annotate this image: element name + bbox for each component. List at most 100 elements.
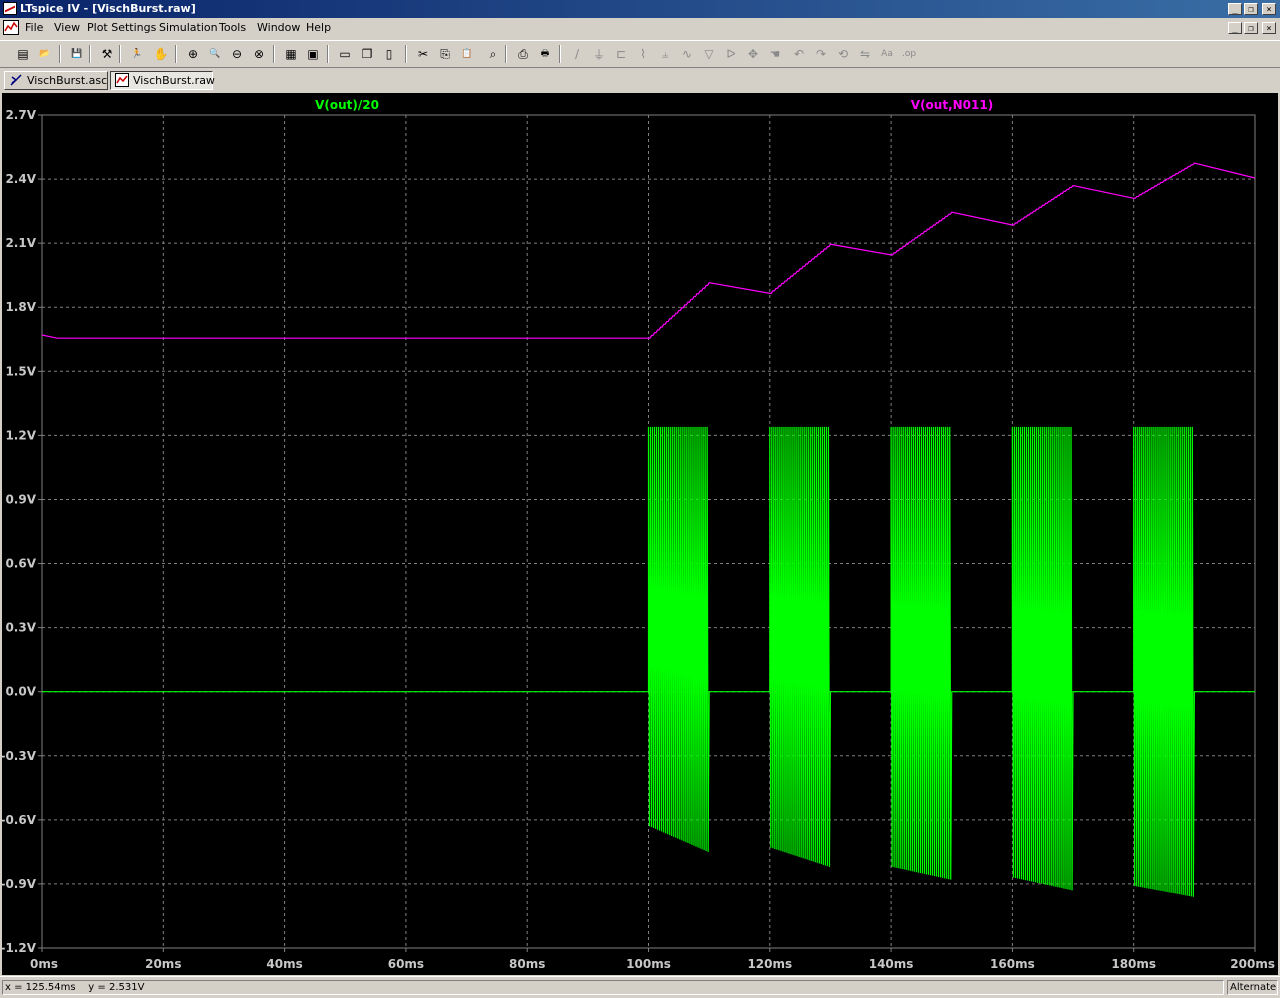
toolbar-separator	[59, 45, 61, 63]
close-button[interactable]: ×	[1262, 3, 1276, 15]
maximize-button[interactable]: ❐	[1244, 3, 1258, 15]
autorange-icon[interactable]: ▦	[282, 45, 300, 63]
legend-v-out-div-20: V(out)/20	[315, 98, 379, 112]
x-tick-label: 20ms	[145, 957, 181, 971]
schematic-tab-icon	[10, 74, 22, 86]
open-icon[interactable]: 📂	[36, 45, 54, 63]
tile-horizontal-icon[interactable]: ▭	[336, 45, 354, 63]
toolbar-separator	[273, 45, 275, 63]
y-tick-label: 1.8V	[5, 300, 36, 314]
y-tick-label: 0.0V	[5, 685, 36, 699]
tab-schematic-label: VischBurst.asc	[27, 74, 108, 87]
y-tick-label: 2.7V	[5, 108, 36, 122]
mdi-minimize-button[interactable]: _	[1228, 22, 1242, 34]
window-title: LTspice IV - [VischBurst.raw]	[20, 2, 196, 15]
zoom-pan-icon[interactable]: 🔍	[206, 45, 224, 63]
label-net-icon[interactable]: ⊏	[612, 45, 630, 63]
y-tick-label: -1.2V	[2, 941, 37, 955]
redo-icon[interactable]: ↷	[812, 45, 830, 63]
x-tick-label: 180ms	[1111, 957, 1156, 971]
text-icon[interactable]: Aa	[878, 45, 896, 63]
waveform-plot[interactable]: 0ms 20ms 40ms 60ms 80ms 100ms 120ms 140ms 160ms 1…	[2, 93, 1278, 975]
y-tick-label: 0.6V	[5, 557, 36, 571]
y-tick-label: -0.9V	[2, 877, 37, 891]
x-tick-label: 0ms	[30, 957, 58, 971]
x-tick-label: 140ms	[869, 957, 914, 971]
print-preview-icon[interactable]: ⎙	[514, 45, 532, 63]
inductor-icon[interactable]: ∿	[678, 45, 696, 63]
menu-tools[interactable]: Tools	[219, 21, 246, 34]
move-icon[interactable]: ✥	[744, 45, 762, 63]
toolbar-separator	[119, 45, 121, 63]
x-tick-label: 40ms	[266, 957, 302, 971]
y-tick-label: 1.2V	[5, 428, 36, 442]
waveform-doc-icon[interactable]	[3, 20, 19, 35]
x-tick-label: 80ms	[509, 957, 545, 971]
y-tick-label: 2.1V	[5, 236, 36, 250]
status-mode: Alternate	[1227, 980, 1278, 995]
resistor-icon[interactable]: ⌇	[634, 45, 652, 63]
drag-icon[interactable]: ☚	[766, 45, 784, 63]
halt-icon[interactable]: ✋	[152, 45, 170, 63]
y-tick-label: 1.5V	[5, 364, 36, 378]
ltspice-app-icon	[3, 2, 17, 15]
toolbar-separator	[405, 45, 407, 63]
y-tick-label: 0.9V	[5, 492, 36, 506]
save-icon[interactable]: 💾	[68, 45, 86, 63]
menu-simulation[interactable]: Simulation	[159, 21, 218, 34]
toolbar-separator	[175, 45, 177, 63]
menu-window[interactable]: Window	[257, 21, 300, 34]
status-bar: x = 125.54ms y = 2.531V Alternate	[0, 976, 1280, 998]
mirror-icon[interactable]: ⇋	[856, 45, 874, 63]
y-tick-label: 0.3V	[5, 621, 36, 635]
spice-directive-icon[interactable]: .op	[900, 45, 918, 63]
control-panel-icon[interactable]: ⚒	[98, 45, 116, 63]
new-schematic-icon[interactable]: ▤	[14, 45, 32, 63]
waveform-tab-icon	[115, 73, 129, 87]
x-tick-label: 160ms	[990, 957, 1035, 971]
capacitor-icon[interactable]: ⫨	[656, 45, 674, 63]
cut-icon[interactable]: ✂	[414, 45, 432, 63]
zoom-cancel-icon[interactable]: ⊗	[250, 45, 268, 63]
tab-waveform[interactable]: VischBurst.raw	[110, 71, 215, 90]
find-icon[interactable]: ⌕	[484, 45, 502, 63]
copy-icon[interactable]: ⎘	[436, 45, 454, 63]
y-tick-label: -0.6V	[2, 813, 37, 827]
minimize-button[interactable]: _	[1228, 3, 1242, 15]
zoom-in-icon[interactable]: ⊕	[184, 45, 202, 63]
menu-plot-settings[interactable]: Plot Settings	[87, 21, 156, 34]
toolbar-separator	[559, 45, 561, 63]
menu-view[interactable]: View	[54, 21, 80, 34]
legend-v-out-n011: V(out,N011)	[911, 98, 993, 112]
mdi-close-button[interactable]: ×	[1262, 22, 1276, 34]
x-tick-label: 100ms	[626, 957, 671, 971]
fit-icon[interactable]: ▣	[304, 45, 322, 63]
waveform-viewer[interactable]: 0ms 20ms 40ms 60ms 80ms 100ms 120ms 140ms 160ms 1…	[2, 93, 1278, 975]
menu-file[interactable]: File	[25, 21, 43, 34]
component-icon[interactable]: ᐅ	[722, 45, 740, 63]
toolbar: ▤ 📂 💾 ⚒ 🏃 ✋ ⊕ 🔍 ⊖ ⊗ ▦ ▣ ▭ ❐ ▯ ✂ ⎘ 📋 ⌕ ⎙ 🖶 ∕ ⏚ ⊏ ⌇ ⫨ ∿ ▽ ᐅ ✥ ☚ ↶ ↷ ⟲ ⇋ Aa .op	[0, 40, 1280, 68]
tab-schematic[interactable]: VischBurst.asc	[4, 71, 108, 90]
title-bar: LTspice IV - [VischBurst.raw] _ ❐ ×	[0, 0, 1280, 18]
print-icon[interactable]: 🖶	[536, 45, 554, 63]
zoom-out-icon[interactable]: ⊖	[228, 45, 246, 63]
mdi-restore-button[interactable]: ❐	[1244, 22, 1258, 34]
x-tick-label: 60ms	[388, 957, 424, 971]
paste-icon[interactable]: 📋	[458, 45, 476, 63]
document-tabs: VischBurst.asc VischBurst.raw	[0, 69, 1280, 92]
undo-icon[interactable]: ↶	[790, 45, 808, 63]
tab-waveform-label: VischBurst.raw	[133, 74, 215, 87]
ground-icon[interactable]: ⏚	[590, 45, 608, 63]
diode-icon[interactable]: ▽	[700, 45, 718, 63]
tile-vertical-icon[interactable]: ▯	[380, 45, 398, 63]
y-tick-label: 2.4V	[5, 172, 36, 186]
wire-icon[interactable]: ∕	[568, 45, 586, 63]
y-tick-label: -0.3V	[2, 749, 37, 763]
series-v-out-div-20-trace	[42, 426, 1255, 897]
toolbar-separator	[505, 45, 507, 63]
rotate-icon[interactable]: ⟲	[834, 45, 852, 63]
toolbar-separator	[327, 45, 329, 63]
menu-help[interactable]: Help	[306, 21, 331, 34]
run-icon[interactable]: 🏃	[128, 45, 146, 63]
cascade-icon[interactable]: ❐	[358, 45, 376, 63]
